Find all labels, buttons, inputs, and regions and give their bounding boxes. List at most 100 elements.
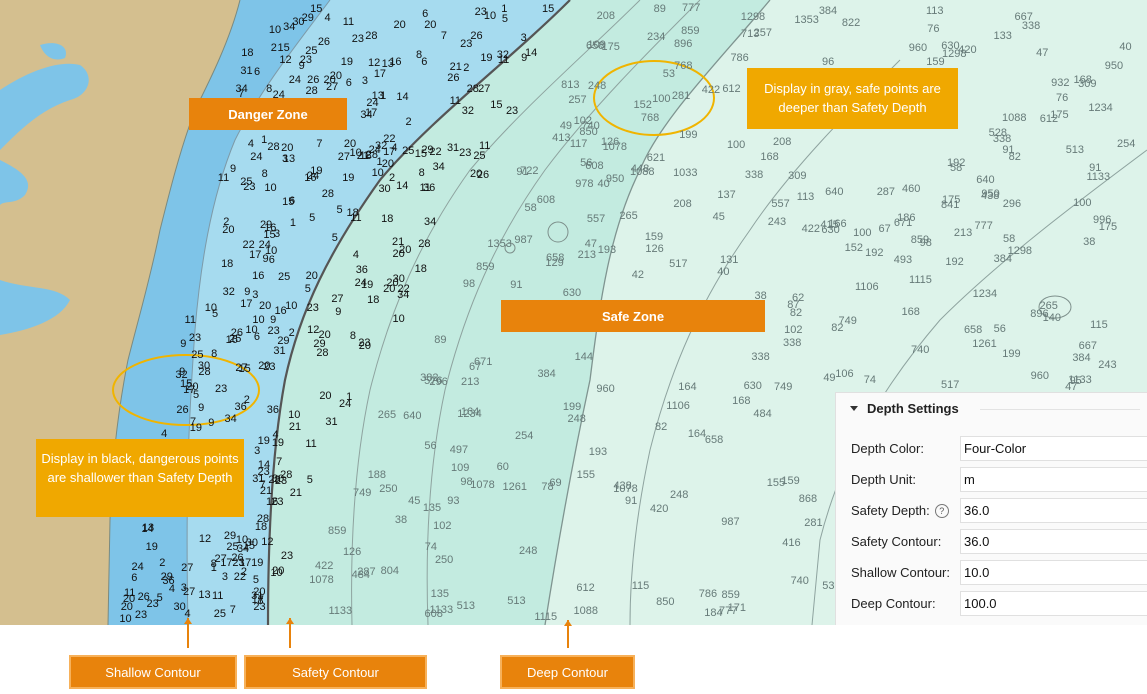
sounding-depth: 257 (568, 93, 587, 106)
sounding-depth: 17 (238, 556, 252, 569)
sounding-depth: 135 (430, 587, 450, 600)
sounding-depth: 36 (266, 404, 279, 417)
sounding-depth: 28 (321, 188, 335, 201)
safety-depth-input[interactable]: 36.0 (960, 498, 1147, 523)
sounding-depth: 234 (647, 30, 666, 43)
depth-color-label: Depth Color: (851, 441, 924, 456)
sounding-depth: 168 (1073, 73, 1092, 86)
sounding-depth: 15 (310, 2, 323, 15)
sounding-depth: 20 (319, 390, 332, 403)
sounding-depth: 117 (569, 137, 588, 150)
sounding-depth: 5 (304, 283, 311, 296)
sounding-depth: 777 (682, 1, 701, 14)
depth-color-select[interactable]: Four-Color (960, 436, 1147, 461)
sounding-depth: 23 (306, 301, 319, 314)
sounding-depth: 74 (424, 540, 438, 553)
shallow-contour-input[interactable]: 10.0 (960, 560, 1147, 585)
sounding-depth: 58 (524, 202, 537, 215)
sounding-depth: 11 (305, 438, 317, 451)
sounding-depth: 14 (396, 90, 409, 103)
sounding-depth: 137 (717, 189, 736, 202)
sounding-depth: 23 (351, 32, 364, 45)
sounding-depth: 31 (273, 344, 286, 357)
sounding-depth: 166 (828, 217, 847, 230)
sounding-depth: 67 (878, 223, 891, 236)
sounding-depth: 1115 (909, 274, 932, 287)
sounding-depth: 1078 (309, 574, 334, 587)
depth-unit-select[interactable]: m (960, 467, 1147, 492)
sounding-depth: 213 (577, 248, 597, 261)
sounding-depth: 822 (841, 17, 861, 30)
deep-contour-input[interactable]: 100.0 (960, 591, 1147, 616)
sounding-depth: 18 (367, 293, 380, 306)
sounding-depth: 2 (463, 61, 470, 74)
sounding-depth: 960 (596, 382, 615, 395)
sounding-depth: 15 (263, 229, 276, 242)
sounding-depth: 5 (501, 13, 508, 26)
sounding-depth: 100 (652, 92, 671, 105)
sounding-depth: 338 (1021, 19, 1041, 32)
sounding-depth: 2 (159, 557, 166, 570)
safety-contour-input[interactable]: 36.0 (960, 529, 1147, 554)
shallow-contour-label: Shallow Contour: (851, 565, 950, 580)
sounding-depth: 188 (367, 469, 387, 482)
sounding-depth: 20 (258, 300, 272, 313)
sounding-depth: 493 (893, 254, 913, 267)
depth-settings-header[interactable]: Depth Settings (850, 401, 959, 416)
sounding-depth: 9 (244, 285, 251, 298)
sounding-depth: 448 (630, 163, 650, 176)
sounding-depth: 1353 (794, 13, 819, 26)
sounding-depth: 1234 (457, 408, 482, 421)
sounding-depth: 164 (678, 380, 697, 393)
sounding-depth: 9 (298, 60, 305, 73)
deep-contour-label: Deep Contour: (851, 596, 936, 611)
sounding-depth: 3 (221, 571, 228, 584)
shallow-contour-legend: Shallow Contour (69, 655, 237, 689)
sounding-depth: 133 (993, 29, 1012, 42)
sounding-depth: 6 (422, 8, 429, 21)
sounding-depth: 960 (908, 41, 928, 54)
question-circle-icon[interactable]: ? (934, 503, 949, 518)
sounding-depth: 7 (229, 604, 236, 617)
sounding-depth: 658 (585, 39, 605, 52)
sounding-depth: 859 (476, 261, 495, 274)
sounding-depth: 859 (327, 524, 347, 537)
sounding-depth: 8 (211, 348, 218, 361)
sounding-depth: 859 (681, 24, 700, 37)
sounding-depth: 20 (393, 18, 406, 31)
sounding-depth: 950 (1104, 59, 1124, 72)
sounding-depth: 56 (424, 439, 437, 452)
sounding-depth: 557 (586, 213, 606, 226)
sounding-depth: 32 (222, 286, 235, 299)
sounding-depth: 768 (674, 59, 693, 72)
depth-unit-label: Depth Unit: (851, 472, 917, 487)
sounding-depth: 186 (897, 212, 916, 225)
sounding-depth: 47 (584, 238, 598, 251)
sounding-depth: 9 (198, 402, 205, 415)
sounding-depth: 621 (646, 152, 666, 165)
sounding-depth: 20 (222, 224, 235, 237)
sounding-depth: 91 (1002, 144, 1015, 157)
sounding-depth: 6 (131, 572, 138, 585)
sounding-depth: 4 (247, 138, 254, 150)
sounding-depth: 1106 (855, 280, 879, 293)
sounding-depth: 513 (507, 594, 526, 607)
deep-contour-legend: Deep Contour (500, 655, 635, 689)
sounding-depth: 69 (549, 477, 562, 490)
panel-title: Depth Settings (867, 401, 959, 416)
sounding-depth: 420 (649, 503, 669, 516)
sounding-depth: 5 (336, 204, 343, 217)
sounding-depth: 950 (981, 187, 1000, 200)
sounding-depth: 26 (447, 72, 460, 85)
sounding-depth: 10 (285, 299, 298, 312)
sounding-depth: 36 (422, 182, 436, 195)
sounding-depth: 91 (1089, 161, 1102, 174)
sounding-depth: 1298 (1007, 245, 1033, 258)
sounding-depth: 168 (732, 395, 751, 408)
sounding-depth: 265 (377, 408, 397, 421)
sounding-depth: 192 (865, 247, 884, 260)
sounding-depth: 987 (721, 515, 740, 528)
sounding-depth: 10 (288, 409, 301, 422)
collapse-triangle-icon[interactable] (850, 406, 858, 411)
sounding-depth: 19 (251, 556, 264, 569)
